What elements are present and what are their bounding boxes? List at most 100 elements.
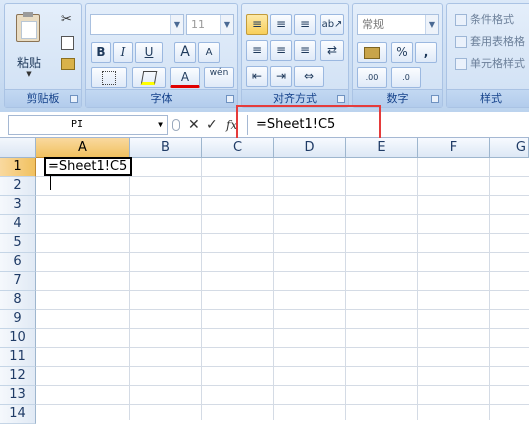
name-box-value: PI bbox=[71, 119, 84, 130]
active-cell-value: =Sheet1!C5 bbox=[48, 159, 128, 174]
active-cell-a1[interactable]: =Sheet1!C5 bbox=[44, 157, 132, 190]
alignment-group: ≡ ≡ ≡ ab↗ ≡ ≡ ≡ ⇄ ⇤ ⇥ ⇔ 对齐方式 bbox=[241, 3, 349, 108]
font-color-button[interactable]: A bbox=[170, 67, 200, 88]
decrease-indent-button[interactable]: ⇤ bbox=[246, 66, 268, 87]
resize-handle-icon[interactable] bbox=[172, 119, 180, 131]
gridline bbox=[345, 158, 346, 420]
row-header-12[interactable]: 12 bbox=[0, 367, 36, 386]
gridline bbox=[489, 158, 490, 420]
chevron-down-icon[interactable]: ▼ bbox=[425, 15, 438, 34]
align-left-button[interactable]: ≡ bbox=[246, 40, 268, 61]
gridline bbox=[201, 158, 202, 420]
cut-icon[interactable]: ✂ bbox=[61, 12, 72, 27]
column-header-a[interactable]: A bbox=[36, 138, 130, 158]
font-group-label: 字体 bbox=[86, 89, 237, 107]
clipboard-group: 粘贴 ▼ ✂ 剪贴板 bbox=[4, 3, 82, 108]
number-format-combo[interactable]: 常规 ▼ bbox=[357, 14, 439, 35]
percent-button[interactable]: % bbox=[391, 42, 413, 63]
chevron-down-icon[interactable]: ▼ bbox=[220, 15, 233, 34]
increase-decimal-button[interactable]: .00 bbox=[357, 67, 387, 88]
paste-label: 粘贴 bbox=[16, 56, 41, 70]
chevron-down-icon: ▼ bbox=[26, 70, 32, 78]
row-header-9[interactable]: 9 bbox=[0, 310, 36, 329]
align-top-button[interactable]: ≡ bbox=[246, 14, 268, 35]
increase-indent-button[interactable]: ⇥ bbox=[270, 66, 292, 87]
currency-button[interactable] bbox=[357, 42, 387, 63]
gridline bbox=[129, 158, 130, 420]
column-header-b[interactable]: B bbox=[130, 138, 202, 158]
row-header-11[interactable]: 11 bbox=[0, 348, 36, 367]
format-painter-icon[interactable] bbox=[61, 58, 75, 70]
copy-icon[interactable] bbox=[61, 36, 74, 50]
gridline bbox=[36, 290, 529, 291]
styles-group-label: 样式 bbox=[447, 89, 529, 107]
spreadsheet-grid: A B C D E F G 1 2 3 4 5 6 7 8 9 10 11 12… bbox=[0, 138, 529, 424]
cell-styles-button[interactable]: 单元格样式 bbox=[455, 55, 525, 73]
column-header-e[interactable]: E bbox=[346, 138, 418, 158]
column-header-d[interactable]: D bbox=[274, 138, 346, 158]
row-header-2[interactable]: 2 bbox=[0, 177, 36, 196]
gridline bbox=[36, 195, 529, 196]
name-box[interactable]: PI ▼ bbox=[8, 115, 168, 135]
bold-button[interactable]: B bbox=[91, 42, 111, 63]
paste-button[interactable]: 粘贴 ▼ bbox=[11, 10, 47, 78]
fill-color-button[interactable] bbox=[132, 67, 166, 88]
clipboard-icon bbox=[16, 12, 40, 42]
font-name-combo[interactable]: ▼ bbox=[90, 14, 184, 35]
grow-font-button[interactable]: A bbox=[174, 42, 196, 63]
align-middle-button[interactable]: ≡ bbox=[270, 14, 292, 35]
gridline bbox=[417, 158, 418, 420]
gridline bbox=[36, 309, 529, 310]
row-header-14[interactable]: 14 bbox=[0, 405, 36, 424]
row-header-1[interactable]: 1 bbox=[0, 158, 36, 177]
chevron-down-icon[interactable]: ▼ bbox=[158, 116, 163, 134]
conditional-format-icon bbox=[455, 14, 467, 26]
gridline bbox=[36, 347, 529, 348]
font-group: ▼ 11 ▼ B I U A A A wén 字体 bbox=[85, 3, 238, 108]
clipboard-launcher-icon[interactable] bbox=[70, 95, 78, 103]
select-all-corner[interactable] bbox=[0, 138, 36, 158]
column-header-f[interactable]: F bbox=[418, 138, 490, 158]
row-header-10[interactable]: 10 bbox=[0, 329, 36, 348]
gridline bbox=[36, 328, 529, 329]
italic-button[interactable]: I bbox=[113, 42, 133, 63]
align-center-button[interactable]: ≡ bbox=[270, 40, 292, 61]
row-header-13[interactable]: 13 bbox=[0, 386, 36, 405]
font-size-value: 11 bbox=[191, 18, 205, 31]
row-header-6[interactable]: 6 bbox=[0, 253, 36, 272]
format-as-table-button[interactable]: 套用表格格 bbox=[455, 33, 525, 51]
row-header-7[interactable]: 7 bbox=[0, 272, 36, 291]
cancel-icon[interactable]: ✕ bbox=[188, 115, 200, 135]
enter-icon[interactable]: ✓ bbox=[206, 115, 218, 135]
alignment-launcher-icon[interactable] bbox=[337, 95, 345, 103]
column-header-c[interactable]: C bbox=[202, 138, 274, 158]
chevron-down-icon[interactable]: ▼ bbox=[170, 15, 183, 34]
decrease-decimal-button[interactable]: .0 bbox=[391, 67, 421, 88]
row-header-8[interactable]: 8 bbox=[0, 291, 36, 310]
underline-button[interactable]: U bbox=[135, 42, 163, 63]
shrink-font-button[interactable]: A bbox=[198, 42, 220, 63]
row-header-3[interactable]: 3 bbox=[0, 196, 36, 215]
gridline bbox=[36, 252, 529, 253]
gridline bbox=[36, 176, 529, 177]
conditional-format-button[interactable]: 条件格式 bbox=[455, 11, 514, 29]
align-bottom-button[interactable]: ≡ bbox=[294, 14, 316, 35]
cell-style-icon bbox=[455, 58, 467, 70]
gridline bbox=[36, 404, 529, 405]
phonetic-button[interactable]: wén bbox=[204, 67, 234, 88]
orientation-button[interactable]: ab↗ bbox=[320, 14, 344, 35]
number-launcher-icon[interactable] bbox=[431, 95, 439, 103]
wrap-text-button[interactable]: ⇄ bbox=[320, 40, 344, 61]
font-size-combo[interactable]: 11 ▼ bbox=[186, 14, 234, 35]
column-header-g[interactable]: G bbox=[490, 138, 529, 158]
comma-button[interactable]: , bbox=[415, 42, 437, 63]
gridline bbox=[273, 158, 274, 420]
gridline bbox=[36, 233, 529, 234]
align-right-button[interactable]: ≡ bbox=[294, 40, 316, 61]
number-format-value: 常规 bbox=[362, 18, 384, 31]
font-launcher-icon[interactable] bbox=[226, 95, 234, 103]
borders-button[interactable] bbox=[91, 67, 127, 88]
merge-center-button[interactable]: ⇔ bbox=[294, 66, 324, 87]
row-header-5[interactable]: 5 bbox=[0, 234, 36, 253]
row-header-4[interactable]: 4 bbox=[0, 215, 36, 234]
